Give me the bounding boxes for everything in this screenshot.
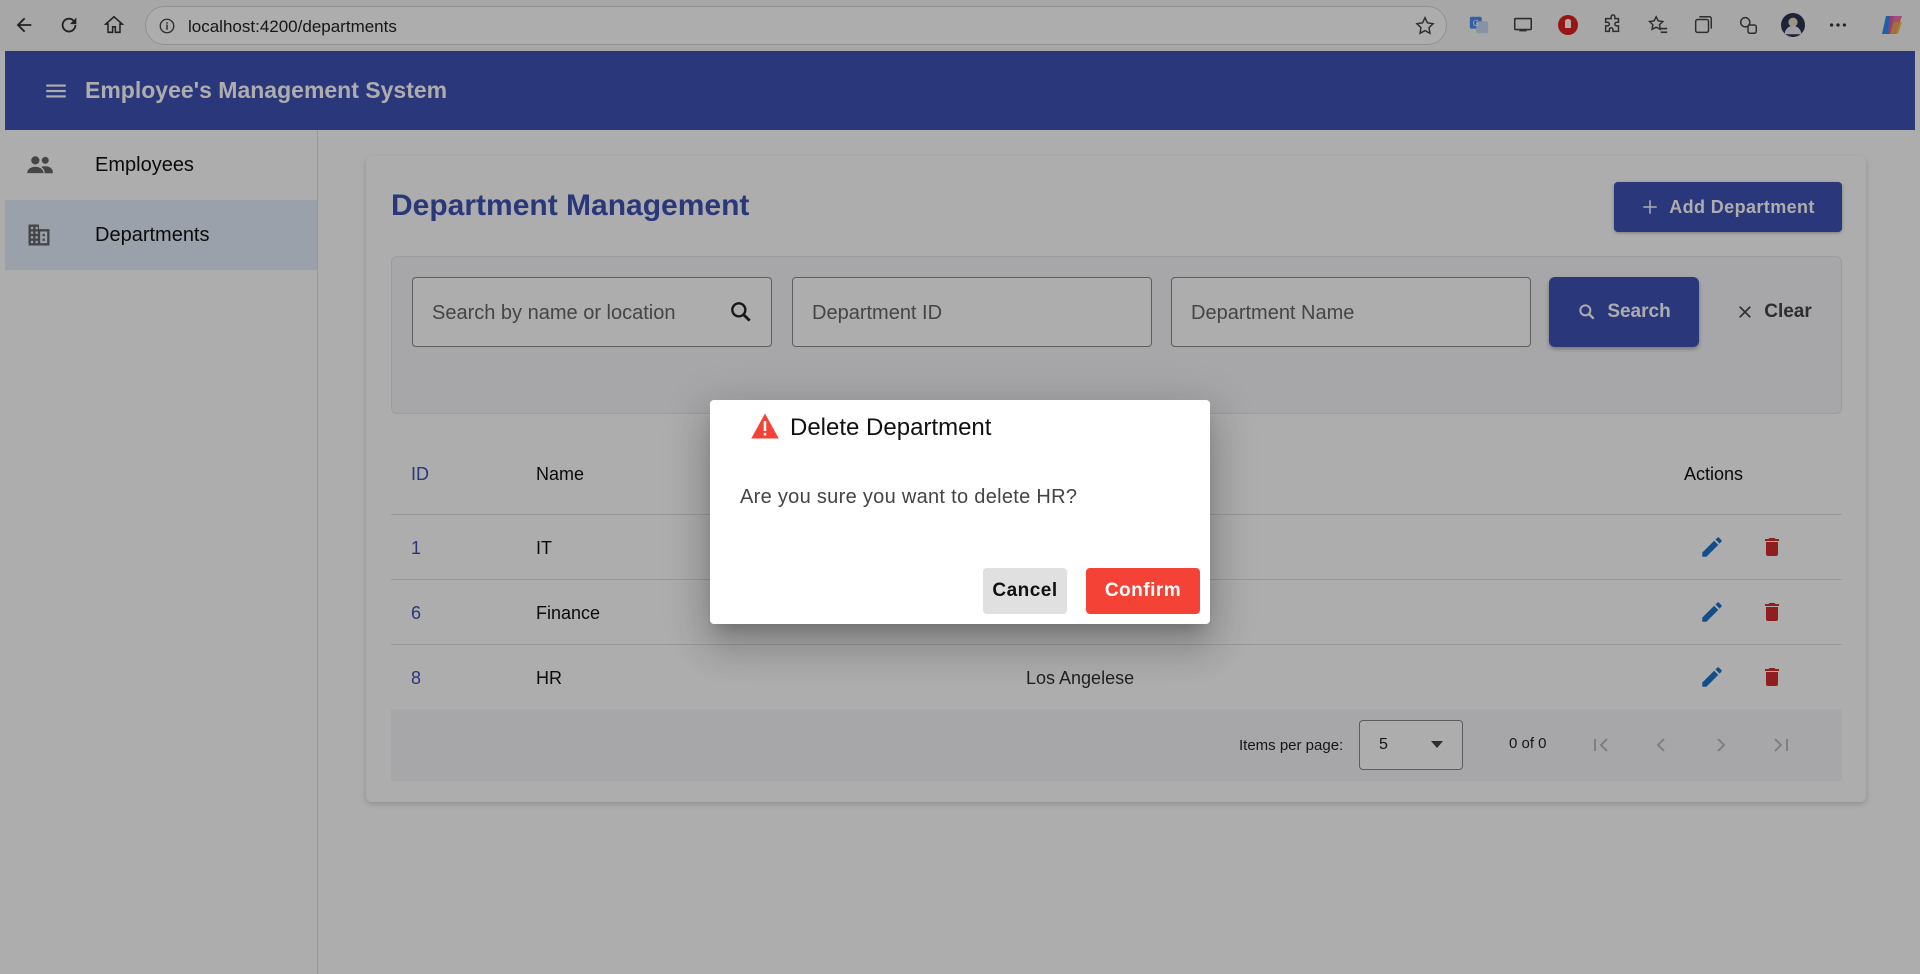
delete-dialog: Delete Department Are you sure you want … <box>710 400 1210 624</box>
dialog-message: Are you sure you want to delete HR? <box>740 486 1078 508</box>
dialog-title: Delete Department <box>790 414 992 441</box>
confirm-button[interactable]: Confirm <box>1086 568 1200 614</box>
warning-icon <box>750 412 780 440</box>
cancel-button[interactable]: Cancel <box>983 568 1067 614</box>
